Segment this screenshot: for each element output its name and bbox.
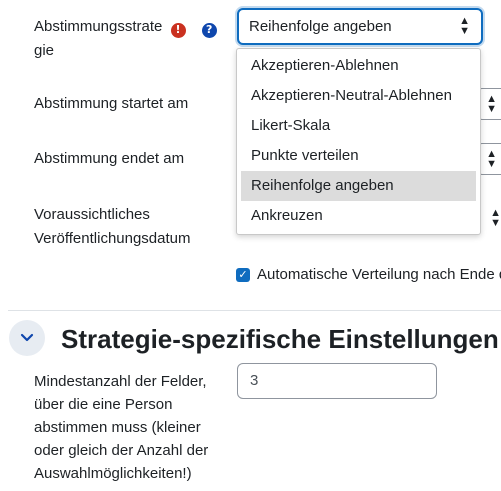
chevron-down-icon bbox=[20, 333, 34, 342]
auto-distribution-checkbox[interactable]: ✓ bbox=[236, 268, 250, 282]
select-arrows-icon: ▲ ▼ bbox=[490, 207, 501, 229]
select-arrows-icon: ▲ ▼ bbox=[459, 15, 470, 37]
select-arrows-icon: ▲ ▼ bbox=[486, 148, 497, 170]
collapse-button[interactable] bbox=[9, 320, 45, 356]
required-icon: ! bbox=[170, 22, 186, 38]
strategy-label-line2: gie bbox=[34, 42, 55, 59]
select-arrows-icon: ▲ ▼ bbox=[486, 93, 497, 115]
start-label: Abstimmung startet am bbox=[34, 95, 189, 112]
publish-label: Voraussichtliches Veröffentlichungsdatum bbox=[34, 203, 191, 251]
dropdown-option[interactable]: Ankreuzen bbox=[241, 201, 476, 231]
min-fields-label-line: Auswahlmöglichkeiten!) bbox=[34, 465, 192, 482]
dropdown-option[interactable]: Akzeptieren-Ablehnen bbox=[241, 51, 476, 81]
section-divider bbox=[8, 310, 501, 311]
strategy-dropdown: Akzeptieren-Ablehnen Akzeptieren-Neutral… bbox=[236, 48, 481, 235]
end-label: Abstimmung endet am bbox=[34, 150, 185, 167]
check-icon: ✓ bbox=[238, 269, 248, 281]
dropdown-option[interactable]: Punkte verteilen bbox=[241, 141, 476, 171]
dropdown-option-selected[interactable]: Reihenfolge angeben bbox=[241, 171, 476, 201]
dropdown-option[interactable]: Likert-Skala bbox=[241, 111, 476, 141]
dropdown-option[interactable]: Akzeptieren-Neutral-Ablehnen bbox=[241, 81, 476, 111]
strategy-label-line1: Abstimmungsstrate bbox=[34, 18, 163, 35]
min-fields-input[interactable]: 3 bbox=[237, 363, 437, 399]
min-fields-label-line: Mindestanzahl der Felder, bbox=[34, 373, 207, 390]
strategy-label: Abstimmungsstrate ! ? gie bbox=[34, 15, 217, 63]
min-fields-label: Mindestanzahl der Felder, über die eine … bbox=[34, 370, 208, 485]
strategy-select[interactable]: Reihenfolge angeben ▲ ▼ bbox=[237, 8, 483, 45]
publish-label-line2: Veröffentlichungsdatum bbox=[34, 230, 191, 247]
section-title: Strategie-spezifische Einstellungen bbox=[61, 324, 499, 354]
publish-label-line1: Voraussichtliches bbox=[34, 206, 150, 223]
help-icon[interactable]: ? bbox=[201, 22, 217, 38]
publish-date-select[interactable]: ▲ ▼ bbox=[480, 207, 501, 229]
strategy-select-value: Reihenfolge angeben bbox=[249, 18, 392, 35]
min-fields-label-line: abstimmen muss (kleiner bbox=[34, 419, 201, 436]
auto-distribution-label[interactable]: Automatische Verteilung nach Ende d bbox=[257, 265, 501, 285]
min-fields-label-line: über die eine Person bbox=[34, 396, 173, 413]
min-fields-label-line: oder gleich der Anzahl der bbox=[34, 442, 209, 459]
